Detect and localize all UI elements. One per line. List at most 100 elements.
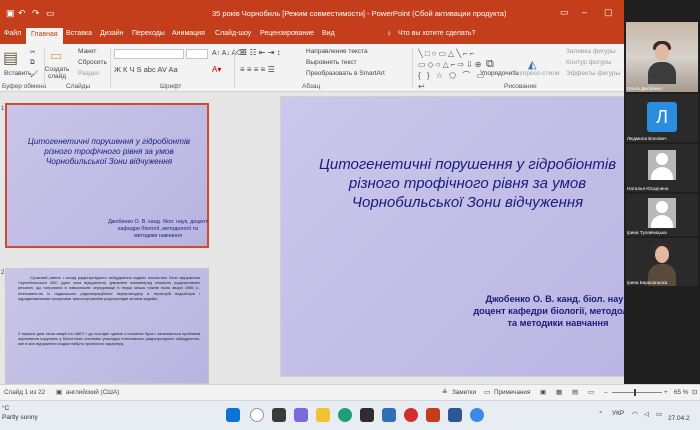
- font-size-box[interactable]: [186, 49, 208, 59]
- file-explorer-icon[interactable]: [316, 408, 330, 422]
- paste-icon[interactable]: ▤: [3, 48, 18, 68]
- comments-button[interactable]: Примечания: [494, 389, 530, 396]
- store-icon[interactable]: [360, 408, 374, 422]
- ribbon-options-icon[interactable]: ▭: [560, 7, 569, 18]
- slide-author[interactable]: Джобенко О. В. канд. біол. наук, доцент …: [469, 293, 647, 329]
- volume-icon[interactable]: ◁: [644, 410, 649, 418]
- mail-icon[interactable]: [382, 408, 396, 422]
- list-buttons-icon[interactable]: ☰ ☷ ⇤ ⇥ ↕: [240, 48, 281, 57]
- participant-name: Ольга Джобенко: [627, 86, 663, 91]
- tray-date[interactable]: 27.04.2: [668, 415, 690, 422]
- ribbon-separator: [412, 48, 413, 88]
- start-from-beginning-icon[interactable]: ▭: [46, 8, 55, 19]
- align-text-button[interactable]: Выровнять текст: [306, 59, 357, 66]
- maximize-icon[interactable]: ▢: [604, 7, 613, 18]
- participant-name: Ірина Барасаньска: [627, 280, 668, 285]
- notes-icon[interactable]: ≙: [442, 389, 447, 396]
- tab-insert[interactable]: Вставка: [66, 30, 92, 37]
- fit-to-window-icon[interactable]: ⊡: [692, 389, 697, 396]
- tab-slideshow[interactable]: Слайд-шоу: [215, 30, 251, 37]
- font-color-icon[interactable]: A▾: [212, 65, 221, 74]
- thumbnail-body-paragraph: З перших днів після аварії на ЧАЕС і до …: [18, 331, 200, 347]
- language-tray[interactable]: УКР: [612, 410, 624, 417]
- font-format-buttons[interactable]: Ж К Ч S abc AV Aa: [114, 65, 178, 74]
- copy-icon[interactable]: ⧉: [30, 59, 35, 67]
- zoom-slider[interactable]: [612, 392, 662, 393]
- format-painter-icon[interactable]: 🖌: [30, 70, 38, 78]
- wifi-icon[interactable]: ◠: [632, 410, 638, 418]
- save-icon[interactable]: ▣: [6, 8, 15, 19]
- tab-animations[interactable]: Анимация: [172, 30, 205, 37]
- task-view-icon[interactable]: [272, 408, 286, 422]
- participant-avatar: Л: [647, 102, 677, 132]
- align-buttons-icon[interactable]: ≡ ≡ ≡ ≡ ☰: [240, 65, 275, 74]
- participant-tile[interactable]: Л Людмила Волович: [626, 94, 698, 142]
- zoom-slider-knob[interactable]: [634, 389, 636, 396]
- weather-widget[interactable]: °C Partly sunny: [2, 404, 38, 422]
- reading-view-icon[interactable]: ▤: [572, 389, 578, 396]
- shape-fill-button[interactable]: Заливка фигуры: [566, 48, 616, 55]
- slide-thumbnails-pane[interactable]: 1 Цитогенетичні порушення у гідробіонтів…: [0, 92, 212, 384]
- minimize-icon[interactable]: –: [582, 7, 587, 17]
- new-slide-button[interactable]: Создать слайд: [42, 66, 72, 80]
- tab-file[interactable]: Файл: [4, 30, 21, 37]
- notes-button[interactable]: Заметки: [452, 389, 476, 396]
- tab-design[interactable]: Дизайн: [100, 30, 124, 37]
- app-icon[interactable]: [470, 408, 484, 422]
- slide-thumbnail-1[interactable]: Цитогенетичні порушення у гідробіонтів р…: [5, 103, 209, 248]
- layout-button[interactable]: Макет: [78, 48, 96, 55]
- quick-styles-button[interactable]: Экспресс-стили: [512, 70, 560, 77]
- participant-video: [646, 40, 678, 84]
- powerpoint-icon[interactable]: [426, 408, 440, 422]
- search-icon[interactable]: [250, 408, 264, 422]
- slide-number: 2: [1, 270, 5, 276]
- tab-transitions[interactable]: Переходы: [132, 30, 165, 37]
- shape-effects-button[interactable]: Эффекты фигуры: [566, 70, 620, 77]
- battery-icon[interactable]: ▭: [656, 410, 662, 418]
- edge-icon[interactable]: [338, 408, 352, 422]
- new-slide-icon[interactable]: ▭: [50, 48, 62, 64]
- zoom-level[interactable]: 65 %: [674, 389, 688, 396]
- tray-chevron-icon[interactable]: ⌃: [598, 410, 603, 418]
- participant-tile[interactable]: Ірина Барасаньска: [626, 238, 698, 286]
- tab-home[interactable]: Главная: [26, 28, 63, 44]
- zoom-out-icon[interactable]: –: [604, 389, 608, 396]
- tab-view[interactable]: Вид: [322, 30, 335, 37]
- participant-tile[interactable]: Наталья Юсадчина: [626, 144, 698, 192]
- slideshow-icon[interactable]: ▭: [588, 389, 594, 396]
- convert-smartart-button[interactable]: Преобразовать в SmartArt: [306, 70, 385, 77]
- word-icon[interactable]: [448, 408, 462, 422]
- language-indicator[interactable]: английский (США): [66, 389, 119, 396]
- slide-number: 1: [1, 106, 5, 112]
- teams-chat-icon[interactable]: [294, 408, 308, 422]
- ribbon-separator: [234, 48, 235, 88]
- tab-review[interactable]: Рецензирование: [260, 30, 314, 37]
- cut-icon[interactable]: ✂: [30, 48, 35, 56]
- shape-outline-button[interactable]: Контур фигуры: [566, 59, 611, 66]
- start-icon[interactable]: [226, 408, 240, 422]
- slide-sorter-icon[interactable]: ▦: [556, 389, 562, 396]
- font-name-box[interactable]: [114, 49, 184, 59]
- slide-thumbnail-2[interactable]: Сучасний рівень і склад радіонуклідного …: [5, 268, 209, 384]
- thumbnail-title: Цитогенетичні порушення у гідробіонтів р…: [27, 137, 191, 166]
- comments-icon[interactable]: ▭: [484, 389, 490, 396]
- spellcheck-icon[interactable]: ▣: [56, 389, 62, 396]
- participant-name: Наталья Юсадчина: [627, 186, 669, 191]
- reset-button[interactable]: Сбросить: [78, 59, 107, 66]
- title-bar: ▣ ↶ ↷ ▭ 35 років Чорнобиль [Режим совмес…: [0, 0, 624, 26]
- opera-icon[interactable]: [404, 408, 418, 422]
- ribbon-tabs: Файл Главная Вставка Дизайн Переходы Ани…: [0, 26, 624, 44]
- participant-tile[interactable]: Ірина Тулавчицька: [626, 194, 698, 236]
- redo-icon[interactable]: ↷: [32, 8, 40, 19]
- slide-counter: Слайд 1 из 22: [4, 389, 46, 396]
- main-slide[interactable]: Цитогенетичні порушення у гідробіонтів р…: [280, 96, 653, 377]
- zoom-in-icon[interactable]: +: [664, 389, 668, 396]
- slide-title[interactable]: Цитогенетичні порушення у гідробіонтів р…: [301, 155, 634, 212]
- normal-view-icon[interactable]: ▣: [540, 389, 546, 396]
- participant-tile[interactable]: Ольга Джобенко: [626, 22, 698, 92]
- paste-button[interactable]: Вставить: [4, 70, 32, 77]
- undo-icon[interactable]: ↶: [18, 8, 26, 19]
- tell-me-search[interactable]: Что вы хотите сделать?: [398, 30, 475, 37]
- section-button[interactable]: Раздел: [78, 70, 99, 77]
- text-direction-button[interactable]: Направление текста: [306, 48, 368, 55]
